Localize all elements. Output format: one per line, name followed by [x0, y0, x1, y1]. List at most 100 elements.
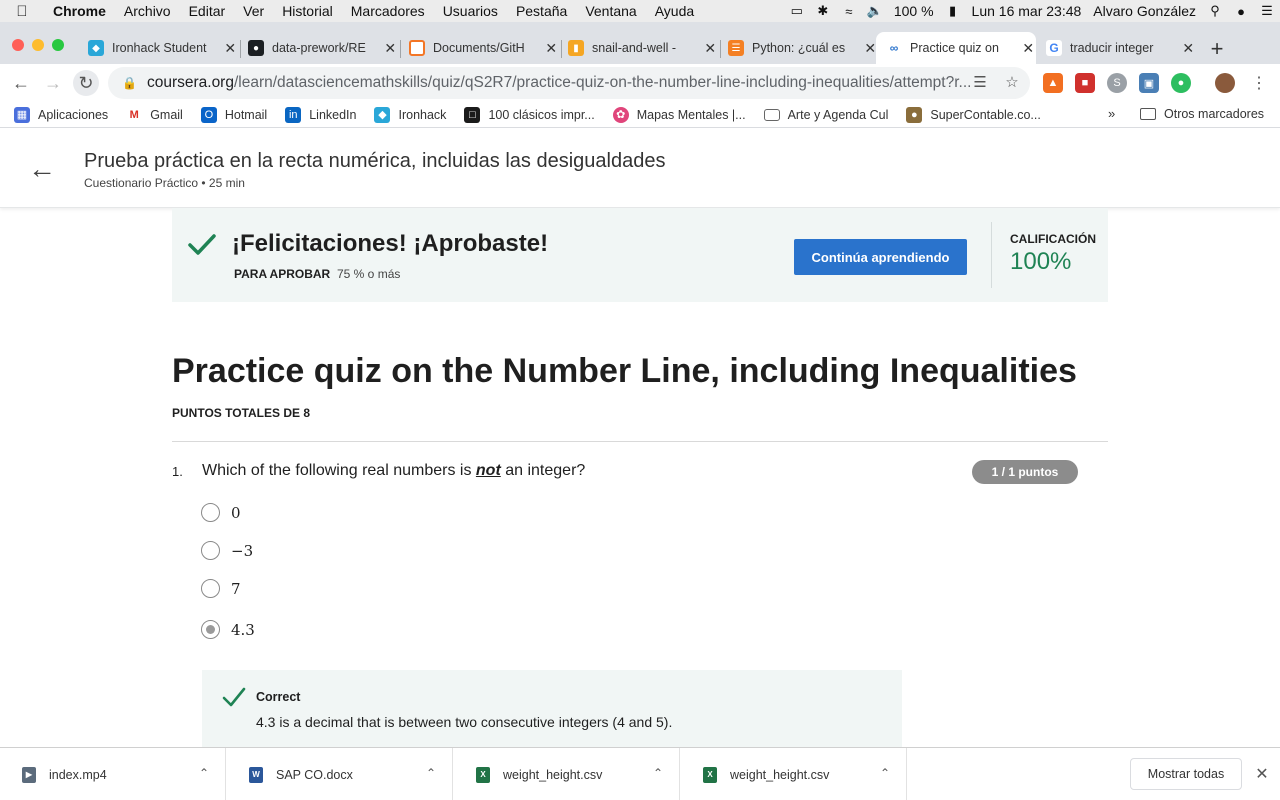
check-icon [222, 687, 246, 707]
download-item[interactable]: ▶ index.mp4 ⌃ [0, 748, 226, 800]
chevron-up-icon[interactable]: ⌃ [880, 766, 890, 780]
menu-pestana[interactable]: Pestaña [507, 3, 576, 19]
bookmark-linkedin[interactable]: in LinkedIn [285, 106, 356, 123]
menu-ventana[interactable]: Ventana [576, 3, 645, 19]
menu-ayuda[interactable]: Ayuda [646, 3, 703, 19]
bookmark-aplicaciones[interactable]: ▦ Aplicaciones [14, 106, 108, 123]
airplay-icon[interactable]: ▭ [784, 3, 810, 19]
extension-analytics-icon[interactable]: ▲ [1043, 73, 1063, 93]
ironhack-icon: ◆ [374, 106, 391, 123]
excel-icon: X [476, 766, 490, 783]
extension-evernote-icon[interactable]: ● [1171, 73, 1191, 93]
reload-icon[interactable]: ↻ [73, 70, 99, 96]
close-icon[interactable]: ✕ [1181, 40, 1196, 57]
tab-documents-github[interactable]: Documents/GitH ✕ [409, 32, 559, 64]
translate-icon[interactable]: ☰ [970, 73, 990, 91]
siri-icon[interactable]: ● [1228, 4, 1254, 19]
tab-ironhack-student[interactable]: ◆ Ironhack Student ✕ [88, 32, 238, 64]
close-icon[interactable]: ✕ [1254, 764, 1270, 784]
question-score-badge: 1 / 1 puntos [972, 460, 1078, 484]
tab-data-prework[interactable]: ● data-prework/RE ✕ [248, 32, 398, 64]
profile-avatar[interactable] [1215, 73, 1235, 93]
back-arrow-icon[interactable]: ← [28, 155, 56, 184]
bookmark-mapas-mentales[interactable]: ✿ Mapas Mentales |... [612, 106, 746, 123]
tab-traducir-integer[interactable]: G traducir integer ✕ [1046, 32, 1196, 64]
menu-marcadores[interactable]: Marcadores [342, 3, 434, 19]
answer-feedback: Correct 4.3 is a decimal that is between… [202, 670, 902, 748]
bookmark-supercontable[interactable]: ● SuperContable.co... [906, 106, 1041, 123]
apple-logo-icon[interactable]:  [0, 3, 44, 20]
close-icon[interactable]: ✕ [544, 40, 559, 57]
bluetooth-icon[interactable]: ✱ [810, 3, 836, 19]
new-tab-plus-icon[interactable]: + [1206, 36, 1228, 62]
tab-strip: ◆ Ironhack Student ✕ ● data-prework/RE ✕… [0, 22, 1280, 64]
excel-icon: X [703, 766, 717, 783]
tab-title: Documents/GitH [433, 41, 525, 55]
answer-option-1[interactable]: −3 [201, 541, 253, 560]
close-icon[interactable]: ✕ [383, 40, 398, 57]
menu-historial[interactable]: Historial [273, 3, 342, 19]
lock-icon[interactable]: 🔒 [122, 76, 137, 90]
menu-app-chrome[interactable]: Chrome [44, 3, 115, 19]
close-window-button[interactable] [12, 39, 24, 51]
download-item[interactable]: X weight_height.csv ⌃ [681, 748, 907, 800]
minimize-window-button[interactable] [32, 39, 44, 51]
download-bar: ▶ index.mp4 ⌃ W SAP CO.docx ⌃ X weight_h… [0, 747, 1280, 800]
more-menu-icon[interactable]: ⋮ [1246, 70, 1272, 96]
chevron-up-icon[interactable]: ⌃ [426, 766, 436, 780]
chevron-up-icon[interactable]: ⌃ [653, 766, 663, 780]
answer-option-0[interactable]: 0 [201, 503, 241, 522]
back-arrow-icon[interactable]: ← [8, 70, 34, 96]
radio-button[interactable] [201, 503, 220, 522]
tab-snail-and-well[interactable]: ▮ snail-and-well - ✕ [568, 32, 718, 64]
radio-button[interactable] [201, 579, 220, 598]
bookmark-arte-agenda[interactable]: Arte y Agenda Cul [763, 108, 888, 122]
radio-button[interactable] [201, 541, 220, 560]
extension-skype-icon[interactable]: S [1107, 73, 1127, 93]
extension-screenshot-icon[interactable]: ▣ [1139, 73, 1159, 93]
wifi-icon[interactable]: ≈ [836, 4, 862, 19]
menu-ver[interactable]: Ver [234, 3, 273, 19]
menu-usuarios[interactable]: Usuarios [434, 3, 507, 19]
bookmark-label: Otros marcadores [1164, 107, 1265, 121]
close-icon[interactable]: ✕ [223, 40, 238, 57]
bookmark-label: SuperContable.co... [930, 107, 1041, 122]
menu-archivo[interactable]: Archivo [115, 3, 180, 19]
bookmark-otros-marcadores[interactable]: Otros marcadores [1140, 107, 1264, 121]
answer-option-3[interactable]: 4.3 [201, 620, 255, 639]
address-bar[interactable]: 🔒 coursera.org /learn/datasciencemathski… [108, 67, 1030, 99]
menubar-user[interactable]: Alvaro González [1087, 3, 1202, 19]
close-icon[interactable]: ✕ [1021, 40, 1036, 57]
close-icon[interactable]: ✕ [703, 40, 718, 57]
volume-icon[interactable]: 🔈 [862, 3, 888, 19]
menubar-datetime[interactable]: Lun 16 mar 23:48 [966, 3, 1088, 19]
continue-learning-button[interactable]: Continúa aprendiendo [794, 239, 967, 275]
menu-editar[interactable]: Editar [180, 3, 235, 19]
window-controls [12, 39, 64, 51]
bookmark-star-icon[interactable]: ☆ [1002, 73, 1022, 91]
download-item[interactable]: X weight_height.csv ⌃ [454, 748, 680, 800]
tab-practice-quiz[interactable]: ∞ Practice quiz on ✕ [876, 32, 1036, 64]
bookmark-100-clasicos[interactable]: □ 100 clásicos impr... [464, 106, 595, 123]
bookmark-label: Hotmail [224, 107, 268, 122]
download-item[interactable]: W SAP CO.docx ⌃ [227, 748, 453, 800]
answer-option-2[interactable]: 7 [201, 579, 241, 598]
notification-center-icon[interactable]: ☰ [1254, 3, 1280, 19]
grade-label: CALIFICACIÓN [1010, 232, 1096, 246]
extension-calendar-icon[interactable]: ■ [1075, 73, 1095, 93]
answer-option-label: 4.3 [231, 620, 255, 639]
bookmarks-overflow-chevron-icon[interactable]: » [1108, 106, 1115, 121]
battery-percent[interactable]: 100 % [888, 3, 940, 19]
forward-arrow-icon[interactable]: → [40, 70, 66, 96]
tab-title: data-prework/RE [272, 41, 366, 55]
bookmark-ironhack[interactable]: ◆ Ironhack [374, 106, 446, 123]
zoom-window-button[interactable] [52, 39, 64, 51]
spotlight-search-icon[interactable]: ⚲ [1202, 3, 1228, 19]
bookmark-hotmail[interactable]: O Hotmail [200, 106, 268, 123]
battery-icon[interactable]: ▮ [940, 3, 966, 19]
radio-button-selected[interactable] [201, 620, 220, 639]
chevron-up-icon[interactable]: ⌃ [199, 766, 209, 780]
bookmark-gmail[interactable]: M Gmail [126, 106, 183, 123]
tab-python-stackoverflow[interactable]: ☰ Python: ¿cuál es ✕ [728, 32, 878, 64]
show-all-downloads-button[interactable]: Mostrar todas [1130, 758, 1242, 790]
